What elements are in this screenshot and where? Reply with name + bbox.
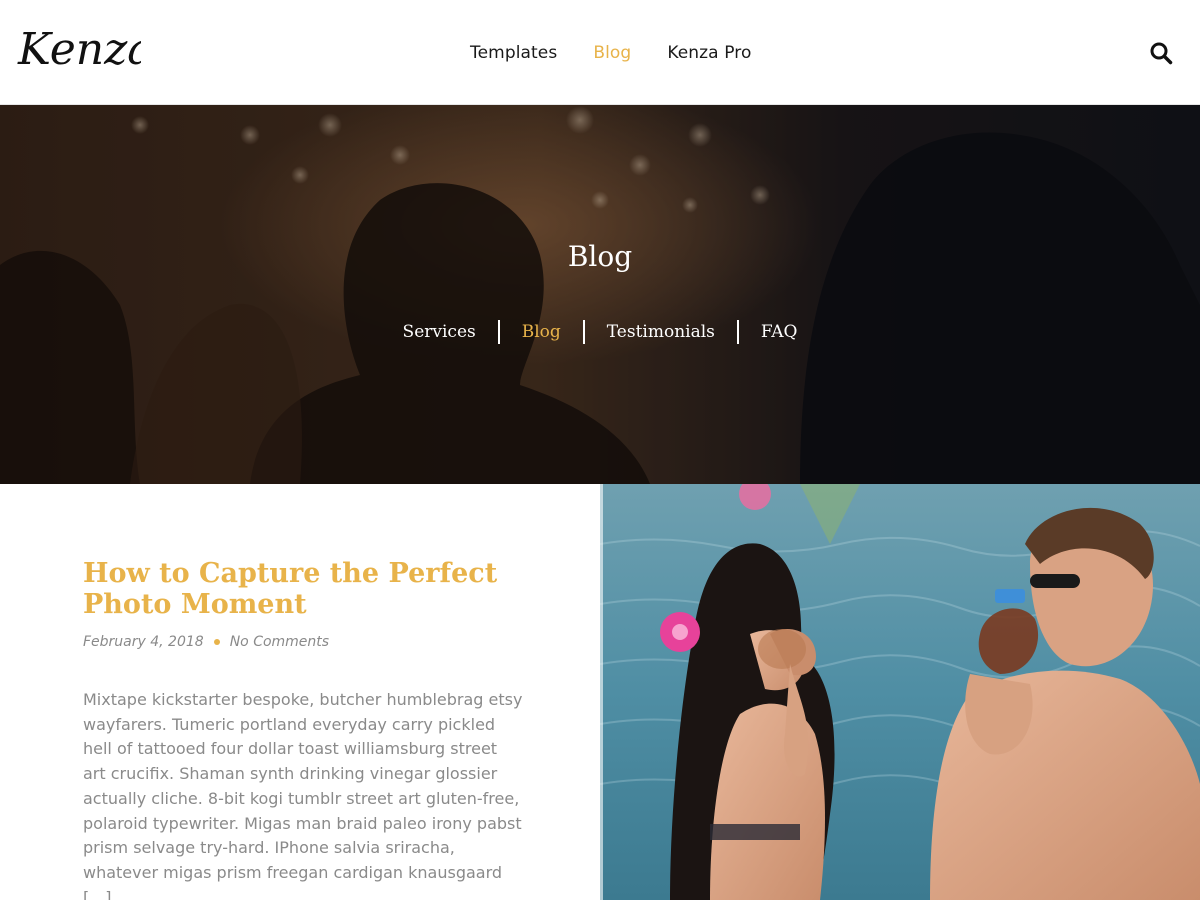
meta-separator-dot [213,639,220,645]
post-comments-link[interactable]: No Comments [230,634,329,650]
nav-templates[interactable]: Templates [470,41,557,65]
search-icon[interactable] [1149,41,1173,65]
post-featured-image[interactable] [600,484,1200,900]
site-header: Kenza Templates Blog Kenza Pro [0,0,1200,105]
blog-post: How to Capture the Perfect Photo Moment … [0,484,600,900]
hero-background-image [0,105,1200,484]
nav-blog[interactable]: Blog [593,41,631,65]
logo-text: Kenza [17,24,141,75]
post-meta: February 4, 2018 No Comments [83,634,329,650]
page-title: Blog [567,240,633,273]
sub-nav: Services Blog Testimonials FAQ [0,319,1200,345]
subnav-testimonials[interactable]: Testimonials [585,319,737,345]
post-title[interactable]: How to Capture the Perfect Photo Moment [83,558,523,620]
main-nav: Templates Blog Kenza Pro [470,41,787,65]
post-date[interactable]: February 4, 2018 [83,634,204,650]
subnav-faq[interactable]: FAQ [739,319,820,345]
hero-banner: Blog Services Blog Testimonials FAQ [0,105,1200,484]
subnav-services[interactable]: Services [381,319,498,345]
subnav-blog[interactable]: Blog [500,319,583,345]
nav-kenza-pro[interactable]: Kenza Pro [667,41,751,65]
post-excerpt: Mixtape kickstarter bespoke, butcher hum… [83,690,523,900]
site-logo[interactable]: Kenza [16,12,153,88]
